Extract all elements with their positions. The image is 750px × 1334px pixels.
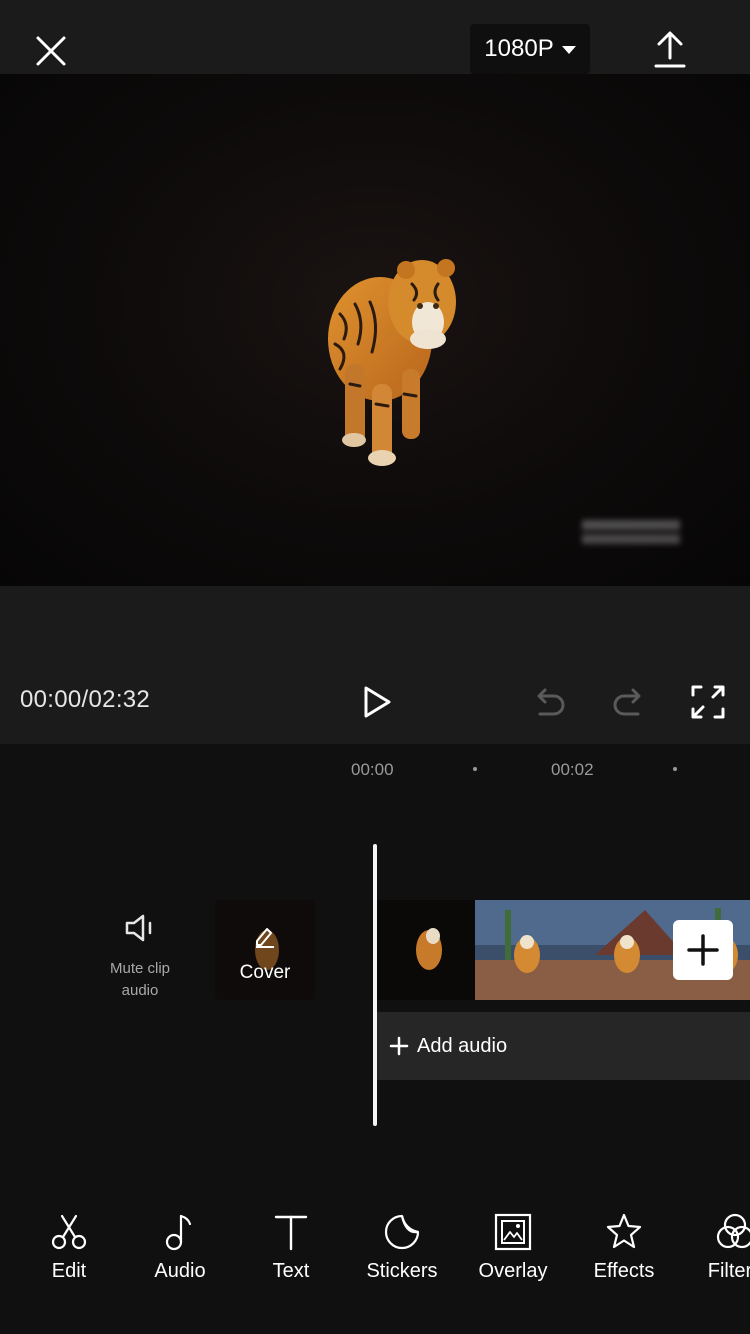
tool-effects[interactable]: Effects [574, 1212, 674, 1283]
timecode: 00:00/02:32 [20, 686, 151, 713]
add-audio-label: Add audio [417, 1034, 508, 1057]
tool-label: Overlay [478, 1260, 548, 1282]
preview-control-band [0, 586, 750, 744]
redo-icon[interactable] [610, 684, 648, 720]
pencil-icon [256, 928, 274, 948]
tool-label: Effects [593, 1260, 655, 1282]
add-audio-button[interactable]: Add audio [377, 1012, 750, 1080]
timeline[interactable]: 00:00 00:02 Mute clip audio Cover Add au… [0, 744, 750, 1184]
tool-label: Text [272, 1260, 310, 1282]
tool-stickers[interactable]: Stickers [352, 1212, 452, 1283]
cover-thumbnail [215, 900, 315, 1000]
tick-dot [673, 767, 677, 771]
resolution-dropdown[interactable]: 1080P [470, 24, 590, 74]
undo-icon[interactable] [530, 684, 568, 720]
bottom-toolbar: Edit Audio Text Stickers Overlay Effects… [0, 1184, 750, 1334]
resolution-label: 1080P [484, 35, 554, 62]
video-preview[interactable] [0, 74, 750, 586]
play-icon[interactable] [358, 684, 394, 720]
playhead[interactable] [373, 844, 377, 1126]
close-icon[interactable] [28, 28, 74, 74]
cover-label: Cover [239, 962, 291, 983]
tool-label: Edit [51, 1260, 87, 1282]
blurred-watermark [582, 520, 680, 544]
mute-clip-label: Mute clip audio [109, 960, 171, 999]
time-tick: 00:02 [551, 760, 594, 779]
sticker-icon [384, 1214, 420, 1250]
scissors-icon [51, 1214, 87, 1250]
tiger-image [328, 259, 456, 466]
tick-dot [473, 767, 477, 771]
plus-icon [389, 1036, 409, 1056]
cover-button[interactable]: Cover [215, 900, 315, 1000]
video-editor-app: 1080P 00:00/02:32 00:00 00:02 Mute clip … [0, 0, 750, 1334]
plus-icon [687, 934, 719, 966]
tool-label: Stickers [366, 1260, 438, 1282]
time-tick: 00:00 [351, 760, 394, 779]
music-note-icon [165, 1214, 192, 1251]
text-icon [274, 1215, 308, 1251]
tool-text[interactable]: Text [241, 1212, 341, 1283]
chevron-down-icon [561, 46, 576, 54]
tool-label: Audio [154, 1260, 206, 1282]
tool-audio[interactable]: Audio [130, 1212, 230, 1283]
upload-icon[interactable] [650, 28, 690, 70]
add-clip-button[interactable] [673, 920, 733, 980]
tool-filters[interactable]: Filters [685, 1212, 750, 1283]
tool-overlay[interactable]: Overlay [463, 1212, 563, 1283]
mute-clip-audio-button[interactable]: Mute clip audio [96, 912, 184, 1002]
tool-edit[interactable]: Edit [19, 1212, 119, 1283]
clip-frame [377, 900, 475, 1000]
overlay-icon [494, 1213, 532, 1251]
star-effects-icon [606, 1213, 642, 1249]
tool-label: Filters [707, 1260, 750, 1282]
top-bar: 1080P [0, 0, 750, 74]
speaker-icon [125, 914, 152, 942]
fullscreen-icon[interactable] [690, 684, 726, 720]
filters-icon [716, 1213, 750, 1249]
